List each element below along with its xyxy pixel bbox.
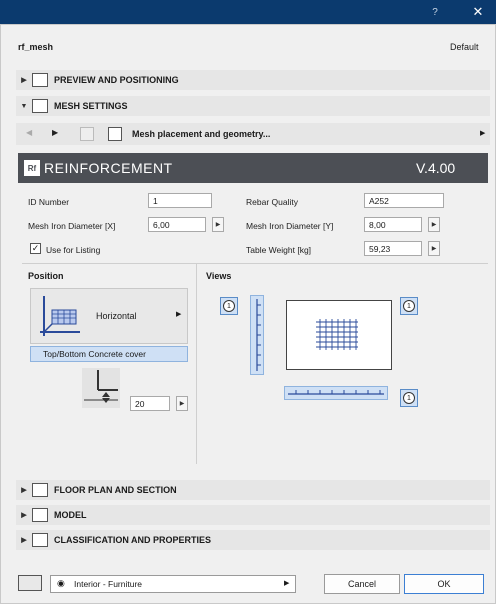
- floor-plan-icon: [32, 483, 48, 497]
- divider: [22, 263, 488, 264]
- views-title: Views: [206, 271, 232, 281]
- favorites-icon[interactable]: [80, 127, 94, 141]
- concrete-cover-icon: [82, 368, 120, 408]
- section-preview[interactable]: ▶ PREVIEW AND POSITIONING: [16, 70, 490, 90]
- section-mesh-label: MESH SETTINGS: [54, 101, 128, 111]
- mesh-x-label: Mesh Iron Diameter [X]: [28, 221, 116, 231]
- section-preview-label: PREVIEW AND POSITIONING: [54, 75, 179, 85]
- divider-vertical: [196, 264, 197, 464]
- banner-title: REINFORCEMENT: [44, 160, 173, 176]
- preview-icon: [32, 73, 48, 87]
- view-number: 1: [403, 392, 415, 404]
- default-label[interactable]: Default: [450, 42, 479, 52]
- side-section-drawing: [256, 299, 261, 371]
- object-title: rf_mesh: [18, 42, 54, 52]
- table-weight-label: Table Weight [kg]: [246, 245, 312, 255]
- rebar-quality-label: Rebar Quality: [246, 197, 298, 207]
- prev-page-icon[interactable]: ◀: [26, 128, 32, 137]
- cover-dropdown-icon[interactable]: ▶: [176, 396, 188, 411]
- view-badge-bottom[interactable]: 1: [400, 389, 418, 407]
- mesh-y-dropdown-icon[interactable]: ▶: [428, 217, 440, 232]
- mesh-grid-drawing: [316, 319, 358, 350]
- page-list-icon: [108, 127, 122, 141]
- position-title: Position: [28, 271, 64, 281]
- use-listing-label: Use for Listing: [46, 245, 101, 255]
- chevron-right-icon: ▶: [21, 487, 27, 494]
- next-page-icon[interactable]: ▶: [52, 128, 58, 137]
- view-number: 1: [403, 300, 415, 312]
- table-weight-field[interactable]: 59,23: [364, 241, 422, 256]
- cancel-button[interactable]: Cancel: [324, 574, 400, 594]
- mesh-y-label: Mesh Iron Diameter [Y]: [246, 221, 334, 231]
- chevron-down-icon: ▼: [20, 102, 28, 110]
- page-selector[interactable]: Mesh placement and geometry...: [132, 129, 270, 139]
- close-button[interactable]: ✕: [460, 0, 496, 24]
- layer-settings-icon[interactable]: [18, 575, 42, 591]
- use-listing-checkbox[interactable]: ✓: [30, 243, 41, 254]
- rebar-quality-field[interactable]: A252: [364, 193, 444, 208]
- horizontal-mesh-icon: [40, 296, 80, 336]
- id-number-label: ID Number: [28, 197, 70, 207]
- mesh-settings-icon: [32, 99, 48, 113]
- mesh-x-field[interactable]: 6,00: [148, 217, 206, 232]
- eye-icon: ◉: [57, 578, 65, 588]
- section-model[interactable]: ▶ MODEL: [16, 505, 490, 525]
- chevron-right-icon: ▶: [21, 77, 27, 84]
- cover-value-field[interactable]: 20: [130, 396, 170, 411]
- section-floor-plan[interactable]: ▶ FLOOR PLAN AND SECTION: [16, 480, 490, 500]
- id-number-field[interactable]: 1: [148, 193, 212, 208]
- classification-icon: [32, 533, 48, 547]
- view-badge-top-right[interactable]: 1: [400, 297, 418, 315]
- view-number: 1: [223, 300, 235, 312]
- page-dropdown-icon[interactable]: ▶: [480, 129, 485, 137]
- section-classification[interactable]: ▶ CLASSIFICATION AND PROPERTIES: [16, 530, 490, 550]
- orientation-dropdown-icon[interactable]: ▶: [176, 310, 181, 318]
- layer-dropdown-icon[interactable]: ▶: [284, 579, 289, 587]
- reinforcement-logo: Rf: [24, 160, 40, 176]
- chevron-right-icon: ▶: [21, 512, 27, 519]
- section-floor-label: FLOOR PLAN AND SECTION: [54, 485, 177, 495]
- cover-label: Top/Bottom Concrete cover: [30, 346, 188, 362]
- model-cube-icon: [32, 508, 48, 522]
- mesh-x-dropdown-icon[interactable]: ▶: [212, 217, 224, 232]
- layer-label: Interior - Furniture: [74, 579, 143, 589]
- orientation-label: Horizontal: [96, 311, 137, 321]
- banner-version: V.4.00: [416, 160, 456, 176]
- table-weight-dropdown-icon[interactable]: ▶: [428, 241, 440, 256]
- chevron-right-icon: ▶: [21, 537, 27, 544]
- section-model-label: MODEL: [54, 510, 87, 520]
- mesh-y-field[interactable]: 8,00: [364, 217, 422, 232]
- section-mesh[interactable]: ▼ MESH SETTINGS: [16, 96, 490, 116]
- help-button[interactable]: ?: [420, 0, 450, 24]
- ok-button[interactable]: OK: [404, 574, 484, 594]
- view-badge-top-left[interactable]: 1: [220, 297, 238, 315]
- section-classification-label: CLASSIFICATION AND PROPERTIES: [54, 535, 212, 545]
- front-section-drawing: [288, 390, 384, 395]
